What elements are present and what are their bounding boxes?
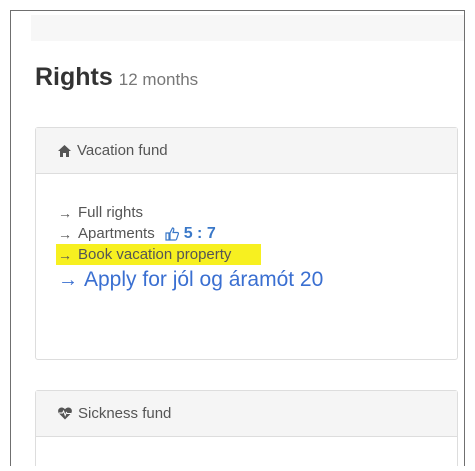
apartments-label: Apartments [78, 225, 155, 242]
heartbeat-icon [58, 407, 72, 420]
highlight-mark: → Book vacation property [56, 244, 262, 265]
vacation-fund-title: Vacation fund [77, 142, 168, 159]
top-strip [31, 15, 464, 41]
arrow-right-icon: → [58, 246, 72, 263]
arrow-right-icon: → [58, 225, 72, 242]
arrow-right-icon: → [58, 268, 78, 291]
book-vacation-property-label: Book vacation property [78, 246, 232, 263]
sickness-fund-title: Sickness fund [78, 405, 172, 422]
full-rights-label: Full rights [78, 204, 144, 221]
vacation-fund-panel: Vacation fund → Full rights → Apartments… [35, 127, 458, 360]
apply-holiday-label: Apply for jól og áramót 20 [84, 268, 324, 291]
vacation-fund-body: → Full rights → Apartments 5 : 7 → Book … [36, 174, 457, 295]
apartments-link[interactable]: → Apartments 5 : 7 [58, 223, 457, 244]
page-subtitle: 12 months [118, 70, 199, 89]
page-frame: Rights 12 months Vacation fund → Full ri… [10, 10, 465, 466]
full-rights-link[interactable]: → Full rights [58, 202, 457, 223]
apply-holiday-link[interactable]: → Apply for jól og áramót 20 [58, 265, 457, 295]
book-vacation-property-link[interactable]: → Book vacation property [56, 244, 457, 265]
page-title: Rights [35, 63, 113, 91]
home-icon [58, 144, 71, 157]
sickness-fund-heading: Sickness fund [36, 391, 457, 437]
apartments-count: 5 : 7 [183, 224, 216, 242]
sickness-fund-panel: Sickness fund [35, 390, 458, 466]
vacation-fund-heading: Vacation fund [36, 128, 457, 174]
thumbs-up-icon [165, 226, 179, 241]
arrow-right-icon: → [58, 204, 72, 221]
rights-heading: Rights 12 months [35, 63, 198, 92]
